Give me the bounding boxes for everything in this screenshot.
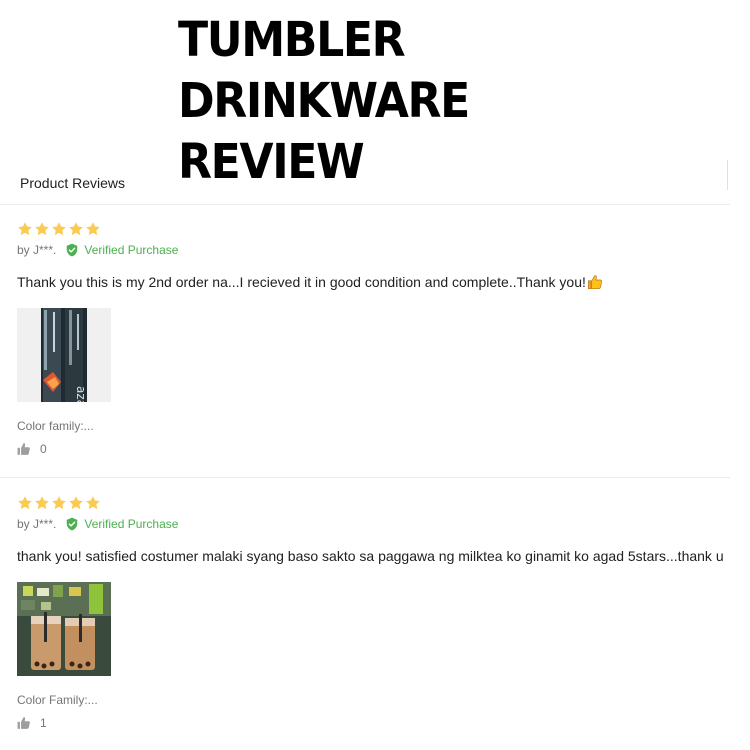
thumbs-up-icon — [17, 443, 30, 455]
review-text: thank you! satisfied costumer malaki sya… — [17, 548, 724, 564]
header-divider — [727, 160, 728, 190]
verified-shield-icon — [67, 243, 78, 257]
review-item: by J***. Verified Purchase Thank you thi… — [0, 205, 730, 478]
review-text-content: Thank you this is my 2nd order na...I re… — [17, 274, 586, 290]
overlay-title: TUMBLER DRINKWARE REVIEW — [178, 12, 470, 190]
star-icon — [86, 496, 100, 510]
star-icon — [35, 496, 49, 510]
star-icon — [52, 222, 66, 236]
like-count: 0 — [40, 442, 47, 456]
verified-badge: Verified Purchase — [65, 243, 178, 257]
review-author: by J***. — [17, 243, 57, 257]
star-icon — [18, 222, 32, 236]
milktea-photo-icon — [17, 582, 111, 676]
review-byline: by J***. Verified Purchase — [17, 243, 178, 257]
review-byline: by J***. Verified Purchase — [17, 517, 178, 531]
verified-label: Verified Purchase — [84, 517, 179, 531]
star-icon — [69, 496, 83, 510]
star-icon — [18, 496, 32, 510]
svg-text:azada: azada — [74, 386, 88, 402]
verified-label: Verified Purchase — [84, 243, 179, 257]
review-item: by J***. Verified Purchase thank you! sa… — [0, 479, 730, 750]
thumbs-up-icon — [17, 717, 30, 729]
like-button[interactable]: 1 — [17, 716, 47, 730]
review-photo[interactable] — [17, 582, 111, 676]
star-rating — [17, 221, 101, 237]
verified-shield-icon — [67, 517, 78, 531]
star-icon — [86, 222, 100, 236]
review-photo[interactable]: azada — [17, 308, 111, 402]
star-icon — [35, 222, 49, 236]
sku-attribute: Color Family:... — [17, 693, 98, 707]
like-button[interactable]: 0 — [17, 442, 47, 456]
review-text-content: thank you! satisfied costumer malaki sya… — [17, 548, 724, 564]
review-text: Thank you this is my 2nd order na...I re… — [17, 274, 603, 290]
star-icon — [69, 222, 83, 236]
verified-badge: Verified Purchase — [65, 517, 178, 531]
tumbler-photo-icon: azada — [17, 308, 111, 402]
thumbs-up-emoji-icon — [587, 275, 602, 289]
sku-attribute: Color family:... — [17, 419, 94, 433]
reviews-header-label: Product Reviews — [20, 175, 126, 191]
star-rating — [17, 495, 101, 511]
like-count: 1 — [40, 716, 47, 730]
star-icon — [52, 496, 66, 510]
review-author: by J***. — [17, 517, 57, 531]
